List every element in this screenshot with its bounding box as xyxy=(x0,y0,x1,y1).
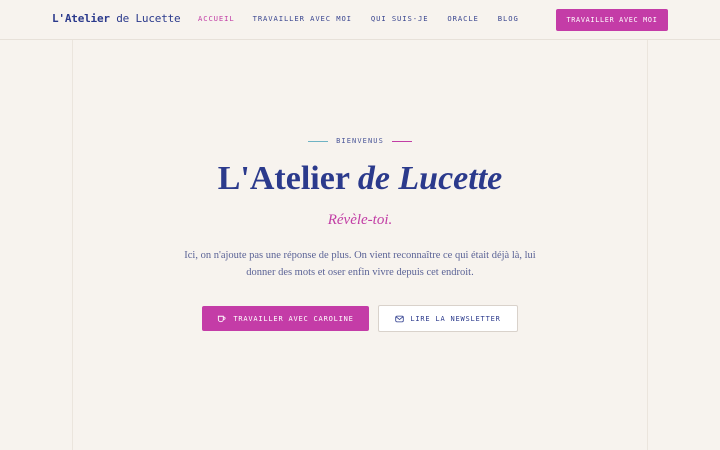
frame-line-right xyxy=(647,40,648,450)
nav-item-accueil[interactable]: ACCUEIL xyxy=(198,14,235,23)
logo-rest: de Lucette xyxy=(109,12,181,25)
cup-icon xyxy=(217,314,226,323)
eyebrow-line-left xyxy=(308,140,329,142)
nav-item-blog[interactable]: BLOG xyxy=(498,14,519,23)
eyebrow-text: BIENVENUS xyxy=(336,137,384,145)
nav-item-qui-suis-je[interactable]: QUI SUIS-JE xyxy=(371,14,429,23)
frame-line-left xyxy=(72,40,73,450)
eyebrow-line-right xyxy=(391,140,412,142)
mail-icon xyxy=(395,315,405,323)
site-logo[interactable]: L'Atelier de Lucette xyxy=(52,12,181,25)
work-with-caroline-button[interactable]: TRAVAILLER AVEC CAROLINE xyxy=(202,306,369,331)
hero-title-italic: de Lucette xyxy=(357,160,503,197)
hero-tagline: Révèle-toi. xyxy=(327,212,393,228)
nav-item-oracle[interactable]: ORACLE xyxy=(447,14,478,23)
hero-intro: Ici, on n'ajoute pas une réponse de plus… xyxy=(184,250,536,278)
nav-item-travailler-avec-moi[interactable]: TRAVAILLER AVEC MOI xyxy=(253,14,352,23)
eyebrow: BIENVENUS xyxy=(0,137,720,145)
read-newsletter-label: LIRE LA NEWSLETTER xyxy=(410,314,501,323)
site-header: L'Atelier de Lucette ACCUEIL TRAVAILLER … xyxy=(0,0,720,40)
read-newsletter-button[interactable]: LIRE LA NEWSLETTER xyxy=(378,305,518,332)
header-cta-button[interactable]: TRAVAILLER AVEC MOI xyxy=(556,9,668,31)
logo-strong: L'Atelier xyxy=(52,12,110,25)
main-nav: ACCUEIL TRAVAILLER AVEC MOI QUI SUIS-JE … xyxy=(198,14,519,23)
work-with-caroline-label: TRAVAILLER AVEC CAROLINE xyxy=(233,314,354,323)
hero-title: L'Atelier de Lucette xyxy=(0,160,720,198)
hero-title-main: L'Atelier xyxy=(217,160,358,197)
